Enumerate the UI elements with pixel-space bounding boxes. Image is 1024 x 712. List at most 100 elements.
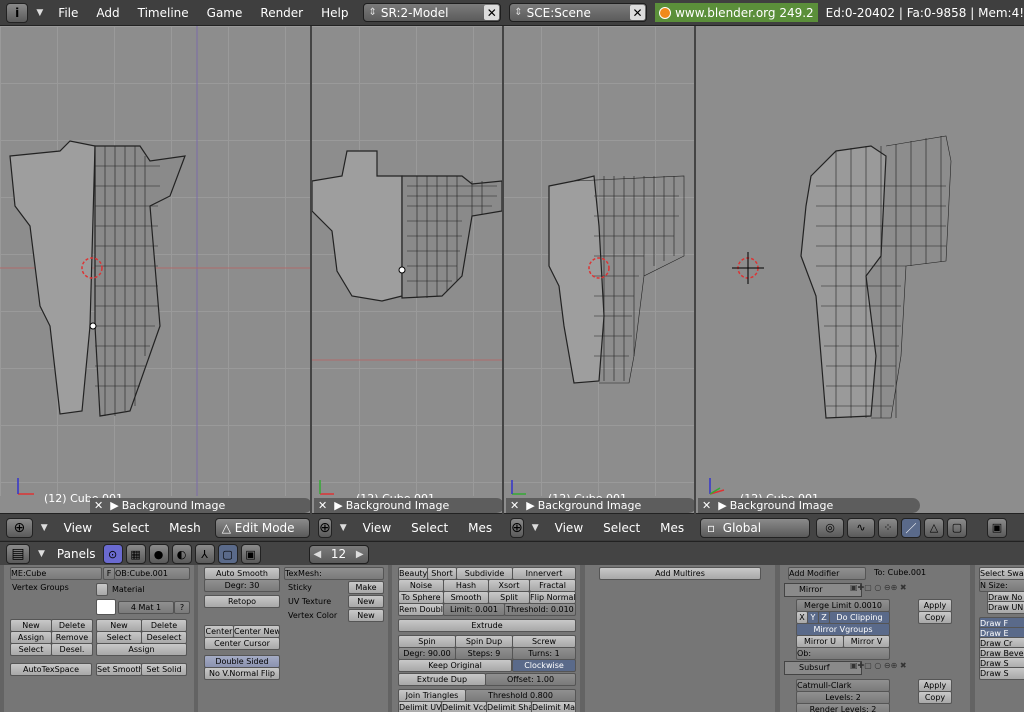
background-image-panel[interactable]: ✕ ▶ Background Image: [314, 498, 502, 513]
menu-view[interactable]: View: [363, 521, 391, 535]
viewport-front[interactable]: (12) Cube.001 ✕ ▶ Background Image ⊕ ▼ Vie…: [0, 26, 312, 540]
add-multires-button[interactable]: Add Multires: [599, 567, 761, 580]
pivot-icon[interactable]: ◎: [816, 517, 844, 538]
occlude-icon[interactable]: ▢: [947, 517, 967, 538]
menu-mesh[interactable]: Mesh: [169, 521, 201, 535]
no-vnormal-flip-button[interactable]: No V.Normal Flip: [204, 667, 280, 680]
close-icon[interactable]: ✕: [702, 499, 711, 512]
menu-view[interactable]: View: [555, 521, 583, 535]
crosshair-icon[interactable]: ⊕: [510, 517, 524, 538]
autotexspace-button[interactable]: AutoTexSpace: [10, 663, 92, 676]
menu-timeline[interactable]: Timeline: [138, 6, 189, 20]
limit-field[interactable]: Limit: 0.001: [443, 603, 505, 616]
frame-field[interactable]: ◀ 12 ▶: [308, 544, 369, 564]
crosshair-icon[interactable]: ⊕: [318, 517, 332, 538]
collapse-triangle-icon[interactable]: ▼: [532, 523, 539, 533]
mirror-object-field[interactable]: Ob:: [796, 647, 890, 660]
add-modifier-menu[interactable]: Add Modifier: [788, 567, 866, 580]
logic-icon[interactable]: ⊙: [102, 544, 123, 564]
menu-select[interactable]: Select: [411, 521, 448, 535]
menu-select[interactable]: Select: [112, 521, 149, 535]
close-icon[interactable]: ✕: [318, 499, 327, 512]
face-select-icon[interactable]: △: [924, 517, 944, 538]
crosshair-icon[interactable]: ⊕: [6, 517, 33, 538]
arrow-right-icon[interactable]: ▶: [352, 549, 368, 560]
deselect-vgroup-button[interactable]: Desel.: [51, 643, 93, 656]
menu-mesh[interactable]: Mes: [660, 521, 684, 535]
background-image-panel[interactable]: ✕ ▶ Background Image: [90, 498, 310, 513]
material-checkbox[interactable]: [96, 583, 108, 596]
make-sticky-button[interactable]: Make: [348, 581, 384, 594]
draw-sharp-toggle[interactable]: Draw S: [979, 667, 1024, 680]
blender-weblink[interactable]: www.blender.org 249.2: [655, 3, 818, 22]
close-icon[interactable]: ✕: [630, 5, 646, 20]
render-icon[interactable]: ▣: [987, 517, 1007, 538]
mode-selector[interactable]: △ Edit Mode: [214, 517, 310, 538]
viewport-top[interactable]: (12) Cube.001 ✕▶Background Image ⊕ ▼ Vie…: [312, 26, 504, 540]
snap-icon[interactable]: ∿: [847, 517, 875, 538]
copy-mirror-button[interactable]: Copy: [918, 611, 952, 624]
set-solid-button[interactable]: Set Solid: [141, 663, 187, 676]
collapse-triangle-icon[interactable]: ▼: [38, 549, 45, 559]
keep-original-button[interactable]: Keep Original: [398, 659, 512, 672]
collapse-triangle-icon[interactable]: ▼: [340, 523, 347, 533]
retopo-button[interactable]: Retopo: [204, 595, 280, 608]
delimit-vco-button[interactable]: Delimit Vco: [441, 701, 487, 712]
texmesh-field[interactable]: TexMesh:: [284, 567, 384, 580]
render-levels-field[interactable]: Render Levels: 2: [796, 703, 890, 712]
material-index-field[interactable]: 4 Mat 1: [118, 601, 174, 614]
arrow-left-icon[interactable]: ◀: [310, 549, 326, 560]
clockwise-button[interactable]: Clockwise: [512, 659, 576, 672]
object-name-field[interactable]: OB:Cube.001: [114, 567, 190, 580]
menu-view[interactable]: View: [64, 521, 92, 535]
menu-help[interactable]: Help: [321, 6, 348, 20]
buttons-window-icon[interactable]: ▤: [6, 544, 30, 564]
collapse-triangle-icon[interactable]: ▼: [41, 523, 48, 533]
material-help-button[interactable]: ?: [174, 601, 190, 614]
material-color-swatch[interactable]: [96, 599, 116, 615]
delimit-mat-button[interactable]: Delimit Ma: [531, 701, 576, 712]
offset-field[interactable]: Offset: 1.00: [485, 673, 576, 686]
info-icon[interactable]: i: [6, 2, 29, 23]
scene-selector[interactable]: ⇕ SCE:Scene ✕: [509, 3, 648, 22]
menu-game[interactable]: Game: [207, 6, 243, 20]
rem-doubles-button[interactable]: Rem Doubl: [398, 603, 444, 616]
menu-mesh[interactable]: Mes: [468, 521, 492, 535]
background-image-panel[interactable]: ✕ ▶ Background Image: [698, 498, 920, 513]
physics-icon[interactable]: ⅄: [194, 544, 215, 564]
object-icon[interactable]: ◐: [171, 544, 192, 564]
menu-add[interactable]: Add: [96, 6, 119, 20]
vertex-select-icon[interactable]: ⁘: [878, 517, 898, 538]
close-icon[interactable]: ✕: [94, 499, 103, 512]
extrude-button[interactable]: Extrude: [398, 619, 576, 632]
draw-vnormals-toggle[interactable]: Draw UN: [987, 601, 1024, 614]
assign-material-button[interactable]: Assign: [96, 643, 187, 656]
select-vgroup-button[interactable]: Select: [10, 643, 52, 656]
viewport-side[interactable]: (12) Cube.001 ✕▶Background Image ⊕ ▼ Vie…: [504, 26, 696, 540]
center-cursor-button[interactable]: Center Cursor: [204, 637, 280, 650]
threshold-field[interactable]: Threshold: 0.010: [504, 603, 576, 616]
copy-subsurf-button[interactable]: Copy: [918, 691, 952, 704]
shading-icon[interactable]: ●: [148, 544, 169, 564]
close-icon[interactable]: ✕: [510, 499, 519, 512]
extrude-dup-button[interactable]: Extrude Dup: [398, 673, 486, 686]
modifier-toggle-icons[interactable]: ▣✚▢ ○ ⊖⊕ ✖: [850, 583, 907, 592]
delimit-uv-button[interactable]: Delimit UV: [398, 701, 442, 712]
edge-select-icon[interactable]: ／: [901, 517, 921, 538]
new-vertex-color-button[interactable]: New: [348, 609, 384, 622]
close-icon[interactable]: ✕: [484, 5, 500, 20]
background-image-panel[interactable]: ✕ ▶ Background Image: [506, 498, 694, 513]
menu-select[interactable]: Select: [603, 521, 640, 535]
collapse-triangle-icon[interactable]: ▼: [36, 8, 43, 18]
menu-file[interactable]: File: [58, 6, 78, 20]
screen-selector[interactable]: ⇕ SR:2-Model ✕: [363, 3, 502, 22]
script-icon[interactable]: ▦: [125, 544, 146, 564]
menu-render[interactable]: Render: [260, 6, 303, 20]
set-smooth-button[interactable]: Set Smooth: [96, 663, 142, 676]
editing-icon[interactable]: ▢: [217, 544, 238, 564]
viewport-perspective[interactable]: (12) Cube.001 ✕▶Background Image ▫ Globa…: [696, 26, 1024, 540]
delimit-sha-button[interactable]: Delimit Sha: [486, 701, 532, 712]
modifier-toggle-icons[interactable]: ▣✚▢ ○ ⊖⊕ ✖: [850, 661, 907, 670]
scene-icon[interactable]: ▣: [240, 544, 261, 564]
mesh-name-field[interactable]: ME:Cube: [10, 567, 102, 580]
